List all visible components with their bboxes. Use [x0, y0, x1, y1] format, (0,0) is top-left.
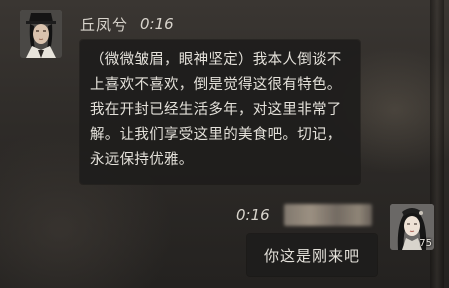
sender-name[interactable]: 丘凤兮	[80, 14, 128, 35]
message-time: 0:16	[140, 15, 174, 33]
player-message-bubble: 你这是刚来吧	[247, 234, 377, 276]
message-text: 你这是刚来吧	[263, 246, 360, 265]
player-avatar[interactable]: 75	[390, 204, 434, 250]
male-scholar-avatar-icon	[20, 10, 62, 58]
redacted-sender-name	[283, 204, 372, 226]
message-header: 0:16	[236, 204, 372, 226]
message-header: 丘凤兮 0:16	[80, 13, 174, 35]
npc-message-bubble: （微微皱眉，眼神坚定）我本人倒谈不上喜欢不喜欢，倒是觉得这很有特色。我在开封已经…	[80, 40, 360, 184]
message-text: （微微皱眉，眼神坚定）我本人倒谈不上喜欢不喜欢，倒是觉得这很有特色。我在开封已经…	[90, 52, 342, 168]
npc-avatar[interactable]	[20, 10, 62, 58]
message-time: 0:16	[236, 206, 270, 224]
player-level-badge: 75	[419, 238, 432, 249]
